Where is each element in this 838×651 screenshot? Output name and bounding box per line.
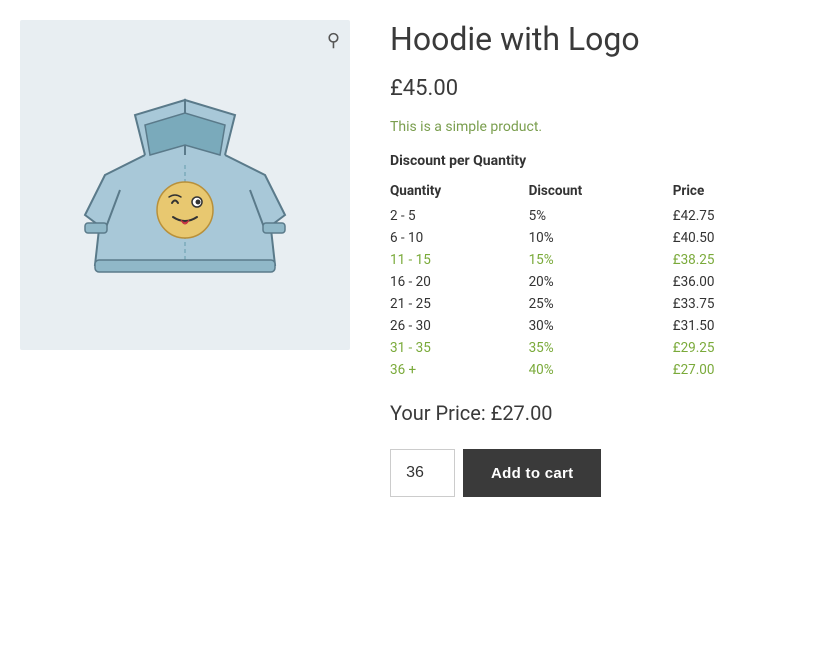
product-page: ⚲: [0, 0, 838, 517]
table-row: 11 - 1515%£38.25: [390, 249, 790, 271]
product-price: £45.00: [390, 76, 818, 101]
table-row: 6 - 1010%£40.50: [390, 227, 790, 249]
table-row: 16 - 2020%£36.00: [390, 271, 790, 293]
discount-table: Quantity Discount Price 2 - 55%£42.756 -…: [390, 179, 790, 381]
add-to-cart-row: Add to cart: [390, 449, 818, 497]
zoom-icon[interactable]: ⚲: [327, 30, 340, 51]
table-row: 21 - 2525%£33.75: [390, 293, 790, 315]
table-row: 2 - 55%£42.75: [390, 205, 790, 227]
product-title: Hoodie with Logo: [390, 20, 818, 58]
product-image: [55, 55, 315, 315]
table-row: 31 - 3535%£29.25: [390, 337, 790, 359]
product-details: Hoodie with Logo £45.00 This is a simple…: [390, 20, 818, 497]
discount-section-title: Discount per Quantity: [390, 153, 818, 169]
col-header-quantity: Quantity: [390, 179, 529, 205]
add-to-cart-button[interactable]: Add to cart: [463, 449, 601, 497]
discount-section: Discount per Quantity Quantity Discount …: [390, 153, 818, 381]
your-price: Your Price: £27.00: [390, 401, 818, 425]
product-description: This is a simple product.: [390, 119, 818, 135]
col-header-price: Price: [673, 179, 790, 205]
table-row: 26 - 3030%£31.50: [390, 315, 790, 337]
product-image-container: ⚲: [20, 20, 350, 350]
quantity-input[interactable]: [390, 449, 455, 497]
table-row: 36 +40%£27.00: [390, 359, 790, 381]
col-header-discount: Discount: [529, 179, 673, 205]
